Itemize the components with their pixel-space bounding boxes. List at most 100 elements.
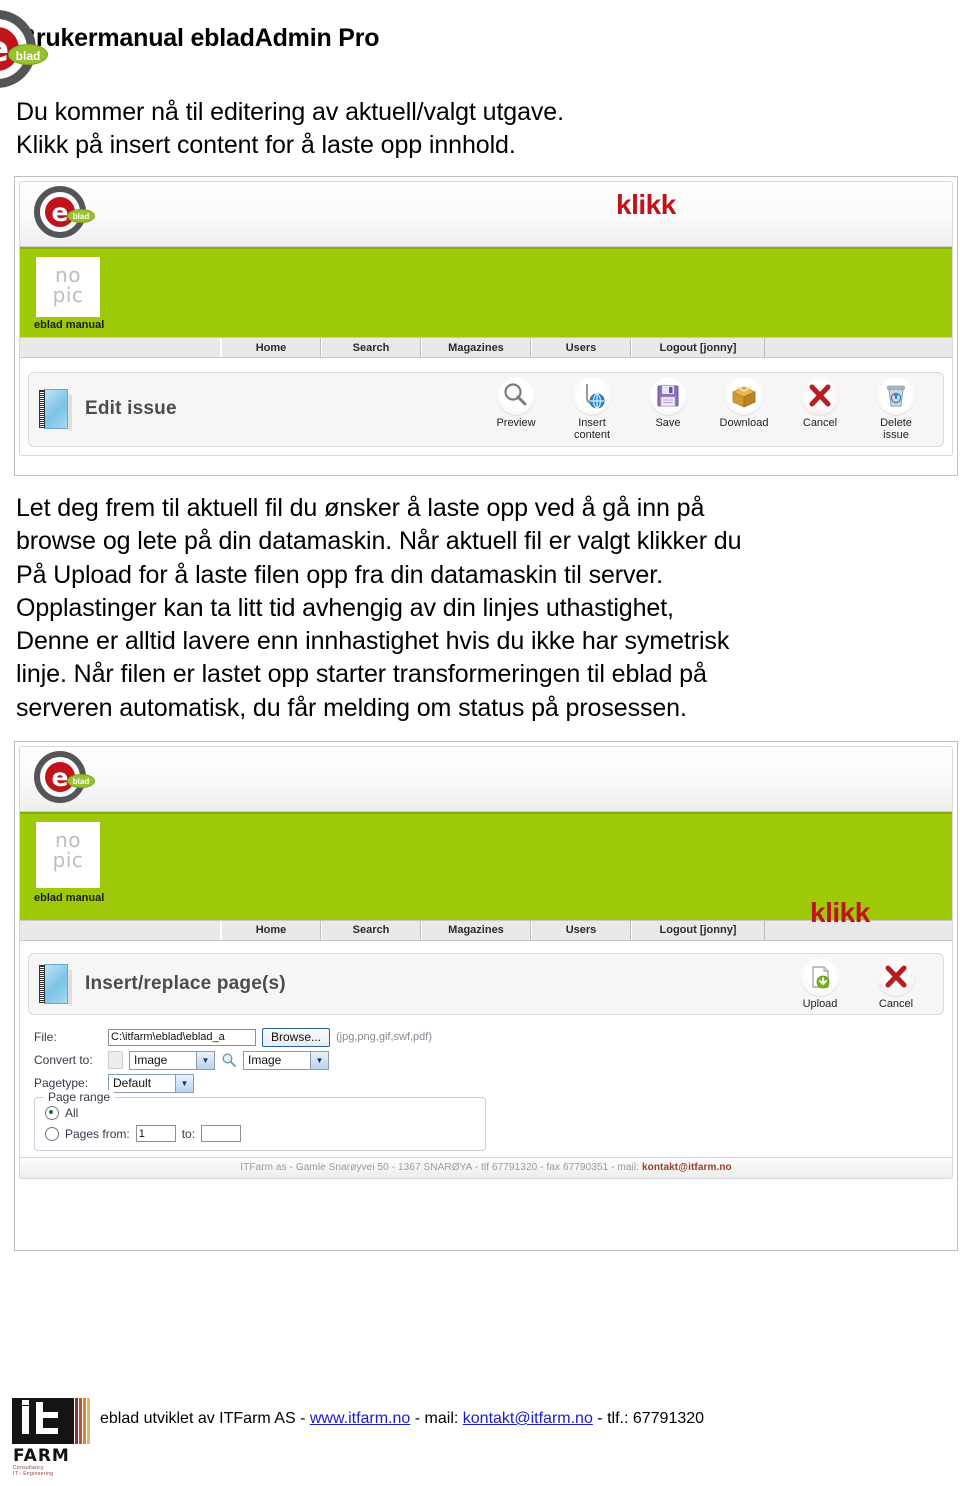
screenshot1-topbar: e blad — [20, 182, 952, 247]
convert-to-label: Convert to: — [34, 1053, 93, 1068]
itfarm-logo-wordmark: FARM — [13, 1446, 70, 1466]
preview-button-label: Preview — [496, 417, 536, 429]
insert-content-icon — [573, 377, 611, 415]
screenshot-insert-replace-pages: e blad no pic eblad manual Home Search M… — [14, 740, 958, 1251]
nopic-line-2: pic — [52, 283, 84, 307]
footer-credit-text: eblad utviklet av ITFarm AS - www.itfarm… — [100, 1410, 704, 1428]
footer-link-email[interactable]: kontakt@itfarm.no — [463, 1410, 593, 1427]
upload-button[interactable]: Upload — [789, 957, 851, 1010]
nav-item-home[interactable]: Home — [221, 920, 321, 940]
cancel-button-label: Cancel — [878, 997, 914, 1010]
nav-item-search[interactable]: Search — [321, 920, 421, 940]
panel-title-edit-issue: Edit issue — [85, 398, 177, 420]
itfarm-logo-tagline: Consultancy IT - Engineering — [13, 1465, 53, 1478]
footer-text-suffix: - tlf.: 67791320 — [592, 1410, 705, 1427]
klikk-annotation-2: klikk — [810, 896, 870, 928]
radio-all-label: All — [65, 1105, 79, 1120]
screenshot2-footer: ITFarm as - Gamle Snarøyvei 50 - 1367 SN… — [20, 1157, 952, 1179]
chevron-down-icon: ▼ — [175, 1074, 193, 1092]
magazine-thumbnail-placeholder-2: no pic — [36, 821, 100, 888]
insert-content-label-line2: content — [573, 429, 611, 442]
magazine-label-2: eblad manual — [34, 891, 105, 904]
intro-line-1: Du kommer nå til editering av aktuell/va… — [16, 98, 564, 126]
pages-from-input[interactable]: 1 — [135, 1125, 176, 1143]
red-x-icon — [877, 957, 915, 996]
nopic-line-1: no — [55, 827, 81, 852]
radio-pages-label: Pages from: — [65, 1126, 130, 1141]
page-title: Brukermanual ebladAdmin Pro — [18, 24, 380, 52]
save-button[interactable]: Save — [637, 377, 699, 429]
screenshot-edit-issue: e blad no pic eblad manual Home Search M… — [14, 176, 958, 476]
search-preview-icon — [221, 1052, 237, 1068]
browse-button[interactable]: Browse... — [262, 1027, 331, 1047]
cancel-button[interactable]: Cancel — [865, 957, 927, 1010]
preview-button[interactable]: Preview — [485, 377, 547, 429]
cancel-button-label: Cancel — [802, 417, 838, 429]
pages-to-input[interactable] — [201, 1125, 242, 1143]
page-range-fieldset: Page range All Pages from: 1 to: — [34, 1090, 486, 1152]
nav-left-spacer — [20, 920, 221, 940]
nav-item-home[interactable]: Home — [221, 338, 321, 357]
pagetype-row: Pagetype: Default ▼ — [34, 1073, 952, 1093]
file-label: File: — [34, 1030, 57, 1045]
package-box-icon — [725, 377, 763, 415]
middle-line-2: browse og lete på din datamaskin. Når ak… — [16, 527, 742, 556]
insert-replace-toolbar: Upload Cancel — [789, 957, 933, 1010]
itfarm-logo: FARM Consultancy IT - Engineering — [12, 1398, 90, 1477]
insert-replace-title-group: Insert/replace page(s) — [39, 963, 789, 1006]
convert-to-select-1[interactable]: Image ▼ — [129, 1050, 215, 1070]
pagetype-label: Pagetype: — [34, 1076, 89, 1091]
middle-line-1: Let deg frem til aktuell fil du ønsker å… — [16, 494, 705, 522]
screenshot2-frame: e blad no pic eblad manual Home Search M… — [19, 745, 953, 1180]
nav-item-magazines[interactable]: Magazines — [421, 338, 531, 357]
pages-to-label: to: — [181, 1126, 196, 1141]
screenshot2-footer-mail[interactable]: kontakt@itfarm.no — [642, 1162, 732, 1173]
upload-button-label: Upload — [802, 997, 838, 1010]
nav-item-logout[interactable]: Logout [jonny] — [631, 338, 765, 357]
insert-replace-form: File: C:\itfarm\eblad\eblad_a Browse... … — [20, 1023, 952, 1157]
cancel-button[interactable]: Cancel — [789, 377, 851, 429]
nav-item-logout[interactable]: Logout [jonny] — [631, 920, 765, 940]
convert-to-value-1: Image — [134, 1053, 168, 1068]
nav-item-users[interactable]: Users — [531, 920, 631, 940]
middle-line-5: Denne er alltid lavere enn innhastighet … — [16, 627, 730, 655]
footer-link-website[interactable]: www.itfarm.no — [310, 1410, 410, 1427]
nopic-line-2: pic — [52, 847, 84, 872]
download-button-label: Download — [719, 417, 769, 429]
chevron-down-icon: ▼ — [196, 1051, 214, 1069]
edit-issue-panel: Edit issue Preview Insert content Save D… — [28, 372, 944, 447]
download-button[interactable]: Download — [713, 377, 775, 429]
eblad-logo-small-1: e blad — [34, 186, 95, 244]
delete-issue-button[interactable]: Delete issue — [865, 377, 927, 442]
page-range-legend: Page range — [44, 1090, 115, 1105]
klikk-annotation-1: klikk — [616, 189, 676, 220]
radio-pages-from[interactable] — [45, 1126, 59, 1141]
intro-paragraph: Du kommer nå til editering av aktuell/va… — [16, 96, 960, 162]
eblad-logo: e blad — [0, 10, 54, 88]
book-icon — [39, 388, 73, 432]
book-icon — [39, 963, 73, 1006]
page-range-all-row[interactable]: All — [45, 1102, 475, 1123]
delete-issue-label-line2: issue — [883, 429, 909, 442]
convert-to-row: Convert to: Image ▼ Image ▼ — [34, 1050, 952, 1070]
nopic-line-1: no — [55, 263, 81, 287]
middle-line-3: På Upload for å laste filen opp fra din … — [16, 560, 663, 589]
nav-item-magazines[interactable]: Magazines — [421, 920, 531, 940]
screenshot1-green-banner: no pic eblad manual — [20, 247, 952, 337]
middle-line-4: Opplastinger kan ta litt tid avhengig av… — [16, 593, 674, 622]
page-header: Brukermanual ebladAdmin Pro e blad — [0, 0, 960, 96]
nav-item-users[interactable]: Users — [531, 338, 631, 357]
pagetype-select[interactable]: Default ▼ — [108, 1073, 194, 1093]
insert-content-button[interactable]: Insert content — [561, 377, 623, 442]
page-range-custom-row[interactable]: Pages from: 1 to: — [45, 1123, 475, 1144]
nav-item-search[interactable]: Search — [321, 338, 421, 357]
edit-issue-title-group: Edit issue — [39, 388, 485, 432]
page-preview-icon — [108, 1051, 123, 1070]
eblad-logo-badge: blad — [67, 773, 95, 788]
file-path-input[interactable]: C:\itfarm\eblad\eblad_a — [108, 1028, 256, 1046]
radio-all[interactable] — [45, 1105, 59, 1120]
footer-text-mid: - mail: — [410, 1410, 463, 1427]
convert-to-select-2[interactable]: Image ▼ — [243, 1050, 329, 1070]
itfarm-tagline-line2: IT - Engineering — [13, 1471, 54, 1478]
edit-issue-toolbar: Preview Insert content Save Download Can… — [485, 377, 933, 442]
